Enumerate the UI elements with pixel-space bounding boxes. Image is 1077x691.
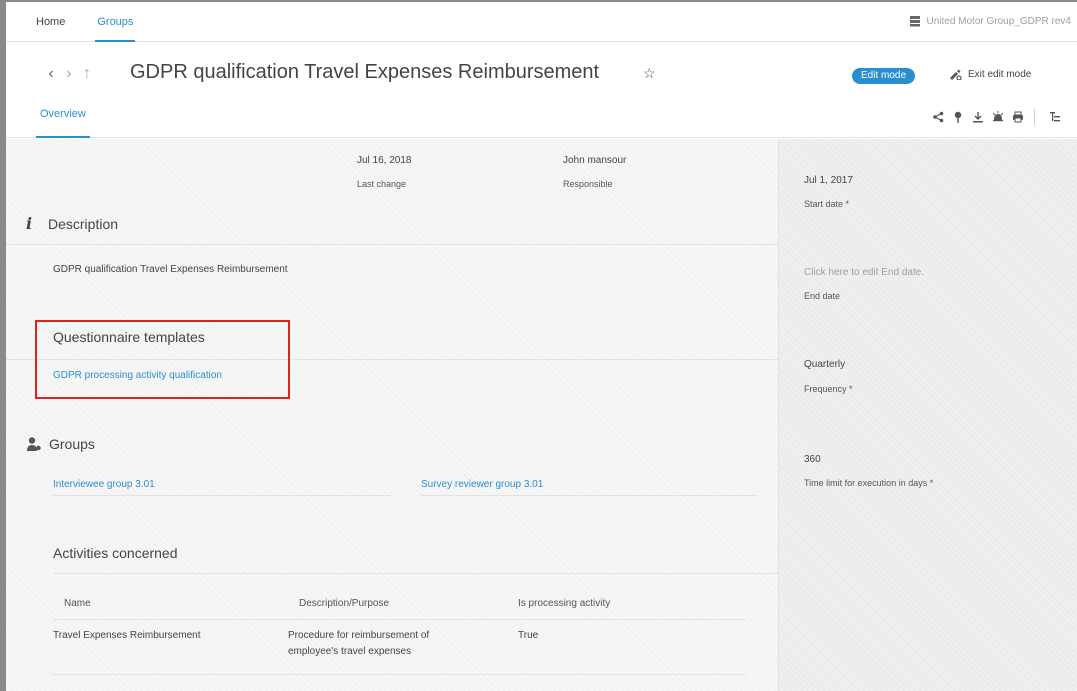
print-icon[interactable] — [1008, 110, 1028, 124]
group-user-icon — [27, 437, 41, 451]
info-icon: i — [26, 214, 33, 233]
edit-mode-button[interactable]: Edit mode — [852, 68, 916, 84]
activities-heading: Activities concerned — [53, 545, 178, 561]
forward-arrow-icon[interactable]: › — [60, 65, 78, 83]
highlight-box — [35, 320, 290, 399]
groups-heading: Groups — [26, 436, 95, 452]
top-bar: Home Groups United Motor Group_GDPR rev4 — [6, 2, 1077, 42]
history-navigation: ‹ › ↑ — [42, 65, 96, 83]
column-header-name: Name — [64, 598, 91, 609]
time-limit-label: Time limit for execution in days * — [804, 478, 934, 488]
table-divider — [53, 674, 746, 675]
notification-icon[interactable] — [988, 110, 1008, 124]
tab-overview[interactable]: Overview — [36, 108, 90, 138]
tree-view-icon[interactable] — [1045, 110, 1065, 124]
top-navigation: Home Groups — [34, 2, 163, 42]
divider — [6, 244, 778, 245]
database-icon — [910, 16, 921, 27]
table-cell-description-1: Procedure for reimbursement of — [288, 630, 430, 641]
exit-edit-mode-button[interactable]: Exit edit mode — [948, 68, 1031, 80]
divider — [421, 495, 757, 496]
groups-heading-label: Groups — [49, 436, 95, 452]
group-link-survey-reviewer[interactable]: Survey reviewer group 3.01 — [421, 479, 543, 490]
last-change-label: Last change — [357, 179, 407, 189]
toolbar-icons — [928, 109, 1065, 125]
page-title: GDPR qualification Travel Expenses Reimb… — [130, 61, 600, 83]
divider — [53, 573, 778, 574]
share-icon[interactable] — [928, 110, 948, 124]
responsible-label: Responsible — [563, 179, 613, 189]
nav-home[interactable]: Home — [34, 2, 67, 42]
description-text: GDPR qualification Travel Expenses Reimb… — [53, 264, 288, 275]
description-heading-label: Description — [48, 215, 119, 232]
table-cell-description-2: employee's travel expenses — [288, 646, 412, 657]
favorite-star-icon[interactable]: ☆ — [643, 65, 656, 82]
exit-edit-mode-label: Exit edit mode — [968, 68, 1032, 80]
edit-pencil-icon — [950, 69, 962, 80]
frequency-value[interactable]: Quarterly — [804, 359, 845, 370]
pin-icon[interactable] — [948, 110, 968, 124]
column-header-description: Description/Purpose — [299, 598, 390, 609]
main-content: Jul 16, 2018 Last change John mansour Re… — [6, 139, 778, 691]
time-limit-value[interactable]: 360 — [804, 454, 821, 465]
back-arrow-icon[interactable]: ‹ — [42, 65, 60, 83]
title-bar: ‹ › ↑ GDPR qualification Travel Expenses… — [6, 43, 1077, 98]
group-link-interviewee[interactable]: Interviewee group 3.01 — [53, 479, 155, 490]
last-change-value: Jul 16, 2018 — [357, 155, 412, 166]
start-date-value[interactable]: Jul 1, 2017 — [804, 175, 853, 186]
database-label: United Motor Group_GDPR rev4 — [909, 15, 1071, 27]
side-panel: Jul 1, 2017 Start date * Click here to e… — [778, 139, 1077, 691]
database-name: United Motor Group_GDPR rev4 — [926, 15, 1071, 27]
divider — [53, 495, 391, 496]
description-heading: i Description — [26, 214, 118, 233]
responsible-value: John mansour — [563, 155, 627, 166]
start-date-label: Start date * — [804, 199, 850, 209]
up-arrow-icon[interactable]: ↑ — [78, 65, 96, 83]
end-date-field[interactable]: Click here to edit End date. — [804, 267, 924, 278]
frequency-label: Frequency * — [804, 384, 853, 394]
tabs-bar: Overview — [6, 98, 1077, 138]
column-header-processing: Is processing activity — [518, 598, 611, 609]
end-date-label: End date — [804, 291, 841, 301]
download-icon[interactable] — [968, 110, 988, 124]
table-cell-name: Travel Expenses Reimbursement — [53, 630, 201, 641]
table-cell-processing: True — [518, 630, 539, 641]
toolbar-divider — [1034, 109, 1035, 125]
table-divider — [53, 619, 746, 620]
nav-groups[interactable]: Groups — [95, 2, 136, 42]
